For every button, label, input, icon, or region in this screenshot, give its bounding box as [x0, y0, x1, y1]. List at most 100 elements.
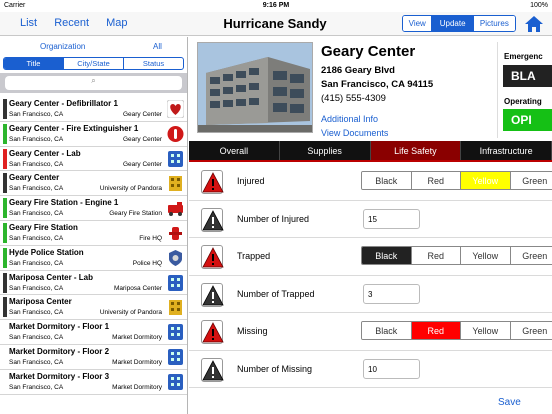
choice-black[interactable]: Black	[362, 247, 412, 264]
view-documents-link[interactable]: View Documents	[321, 126, 433, 140]
list-item[interactable]: Geary Fire Station San Francisco, CA Fire …	[0, 221, 187, 246]
list-item[interactable]: Geary Center - Lab San Francisco, CA Geary…	[0, 147, 187, 172]
nav-bar: List Recent Map Hurricane Sandy View Upda…	[0, 12, 552, 36]
nav-list-link[interactable]: List	[20, 17, 37, 29]
list-item-name: Geary Fire Station - Engine 1	[9, 198, 119, 208]
list-item-city: San Francisco, CA	[9, 334, 64, 342]
list-item-name: Geary Fire Station	[9, 222, 78, 232]
field-row-trapped: Trapped Black Red Yellow Green	[189, 238, 552, 276]
list-item-name: Market Dormitory - Floor 3	[9, 371, 110, 381]
sort-tab-1[interactable]: City/State	[64, 58, 124, 69]
choice-red[interactable]: Red	[411, 247, 461, 264]
list-item-organization: University of Pandora	[99, 309, 162, 317]
list-item-name: Geary Center - Defibrillator 1	[9, 99, 118, 108]
save-button[interactable]: Save	[498, 397, 521, 408]
list-item[interactable]: Geary Center - Defibrillator 1 San Franci…	[0, 97, 187, 122]
choice-green[interactable]: Green	[510, 172, 552, 189]
list-item[interactable]: Hyde Police Station San Francisco, CA Poli…	[0, 246, 187, 271]
building-icon	[167, 174, 184, 192]
status-bar-indicator	[3, 222, 7, 243]
status-bar-indicator	[3, 123, 7, 144]
search-input[interactable]: ⌕	[5, 76, 182, 90]
status-bar-indicator	[3, 99, 7, 119]
building-icon	[167, 323, 184, 341]
list-item-organization: Geary Fire Station	[109, 210, 162, 218]
choice-black[interactable]: Black	[362, 172, 412, 189]
list-item[interactable]: Mariposa Center San Francisco, CA Universi…	[0, 295, 187, 321]
choice-green[interactable]: Green	[510, 247, 552, 264]
detail-panel: Geary Center 2186 Geary Blvd San Francis…	[189, 37, 552, 414]
clock: 9:16 PM	[262, 2, 290, 9]
sort-tab-2[interactable]: Status	[124, 58, 183, 69]
sort-segmented-control: Title City/State Status	[3, 57, 184, 70]
additional-info-link[interactable]: Additional Info	[321, 112, 433, 126]
choice-red[interactable]: Red	[411, 172, 461, 189]
building-photo	[197, 42, 313, 133]
field-label: Number of Injured	[237, 213, 310, 224]
warning-icon	[201, 207, 224, 232]
organization-filter[interactable]: Organization	[40, 42, 85, 51]
fire-truck-icon	[167, 199, 184, 217]
list-item-city: San Francisco, CA	[9, 309, 64, 317]
location-info: Geary Center 2186 Geary Blvd San Francis…	[321, 43, 433, 140]
police-badge-icon	[167, 249, 184, 267]
operating-status-button[interactable]: OPI	[503, 109, 552, 131]
choice-yellow[interactable]: Yellow	[461, 322, 511, 339]
street-address: 2186 Geary Blvd	[321, 65, 395, 76]
heart-icon	[166, 99, 185, 119]
emergency-status-button[interactable]: BLA	[503, 65, 552, 87]
choice-black[interactable]: Black	[362, 322, 412, 339]
list-item-name: Market Dormitory - Floor 2	[9, 346, 110, 356]
mode-tab-1[interactable]: Update	[432, 16, 474, 31]
tab-supplies[interactable]: Supplies	[280, 141, 371, 160]
status-bar: Carrier 9:16 PM 100%	[0, 0, 552, 12]
choice-yellow[interactable]: Yellow	[461, 247, 511, 264]
sort-tab-0[interactable]: Title	[4, 58, 64, 69]
list-item-city: San Francisco, CA	[9, 234, 64, 242]
nav-recent-link[interactable]: Recent	[54, 17, 89, 29]
choice-yellow[interactable]: Yellow	[461, 172, 511, 189]
phone-number[interactable]: (415) 555-4309	[321, 93, 433, 104]
tab-life-safety[interactable]: Life Safety	[370, 141, 462, 160]
number-input[interactable]: 15	[363, 208, 420, 229]
status-bar-indicator	[3, 148, 7, 169]
list-item-city: San Francisco, CA	[9, 160, 64, 168]
list-item[interactable]: Geary Center - Fire Extinguisher 1 San Fr…	[0, 122, 187, 147]
mode-tab-2[interactable]: Pictures	[473, 16, 515, 31]
choice-green[interactable]: Green	[510, 322, 552, 339]
status-bar-indicator	[3, 297, 7, 318]
nav-map-link[interactable]: Map	[106, 17, 127, 29]
list-item[interactable]: Geary Center San Francisco, CA University …	[0, 171, 187, 197]
list-item[interactable]: Geary Fire Station - Engine 1 San Francis…	[0, 196, 187, 221]
field-label: Trapped	[237, 251, 271, 261]
warning-icon	[201, 282, 224, 307]
list-item-organization: University of Pandora	[99, 185, 162, 193]
tab-overall[interactable]: Overall	[189, 141, 280, 160]
choice-red[interactable]: Red	[411, 322, 461, 339]
color-choice-control: Black Red Yellow Green	[361, 171, 552, 190]
building-icon	[167, 373, 184, 391]
list-item[interactable]: Market Dormitory - Floor 1 San Francisco,…	[0, 320, 187, 345]
list-item[interactable]: Market Dormitory - Floor 2 San Francisco,…	[0, 345, 187, 370]
all-filter[interactable]: All	[153, 42, 162, 51]
fire-hydrant-icon	[167, 224, 184, 242]
mode-tab-0[interactable]: View	[403, 16, 433, 31]
field-row-injured: Injured Black Red Yellow Green	[189, 163, 552, 201]
number-input[interactable]: 10	[363, 358, 420, 379]
tab-infrastructure[interactable]: Infrastructure	[461, 141, 552, 160]
list-item[interactable]: Market Dormitory - Floor 3 San Francisco,…	[0, 370, 187, 395]
list-item-name: Geary Center - Lab	[9, 148, 81, 158]
list-item[interactable]: Mariposa Center - Lab San Francisco, CA Ma…	[0, 271, 187, 296]
city-state-zip: San Francisco, CA 94115	[321, 79, 434, 90]
category-tabs: Overall Supplies Life Safety Infrastructure	[189, 141, 552, 162]
home-icon[interactable]	[524, 14, 544, 34]
number-input[interactable]: 3	[363, 283, 420, 304]
list-item-organization: Market Dormitory	[112, 358, 162, 366]
list-item-organization: Fire HQ	[139, 234, 162, 242]
list-item-name: Hyde Police Station	[9, 247, 84, 257]
building-icon	[167, 274, 184, 292]
color-choice-control: Black Red Yellow Green	[361, 246, 552, 265]
list-item-name: Mariposa Center - Lab	[9, 272, 94, 282]
list-item-organization: Mariposa Center	[113, 284, 162, 292]
list-item-city: San Francisco, CA	[9, 210, 64, 218]
